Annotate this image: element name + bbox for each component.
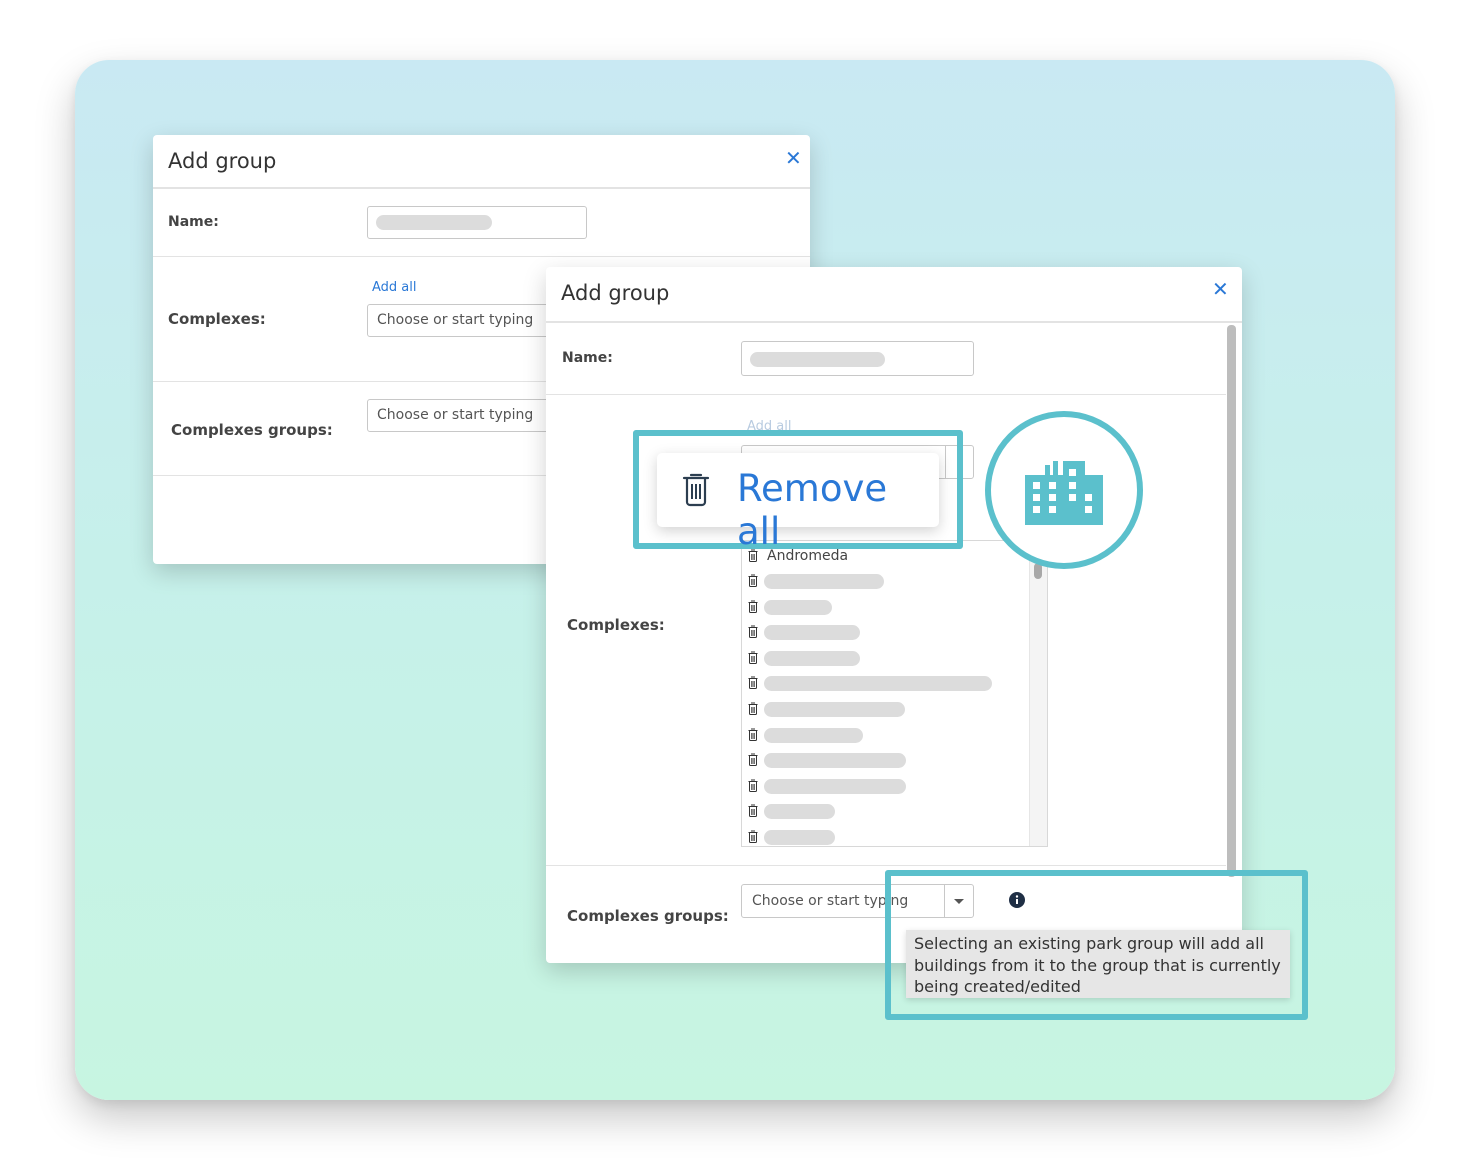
name-input[interactable] <box>367 206 587 239</box>
redacted-value <box>764 650 860 666</box>
close-icon[interactable]: ✕ <box>1212 277 1229 301</box>
name-input[interactable] <box>741 341 974 376</box>
complexes-select[interactable]: Choose or start typing <box>367 304 567 337</box>
building-icon <box>1025 461 1103 525</box>
trash-icon[interactable] <box>748 728 758 741</box>
list-item <box>742 776 1047 798</box>
remove-all-button[interactable]: Remove all <box>657 453 939 553</box>
redacted-value <box>376 215 492 230</box>
trash-icon[interactable] <box>748 753 758 767</box>
list-item <box>742 648 1047 670</box>
complexes-groups-select[interactable]: Choose or start typing <box>367 399 567 432</box>
list-item <box>742 673 1047 695</box>
redacted-value <box>764 804 835 820</box>
redacted-value <box>764 778 906 794</box>
list-item <box>742 725 1047 747</box>
complexes-selected-list[interactable]: Andromeda <box>741 540 1048 847</box>
redacted-value <box>764 599 832 615</box>
list-item <box>742 597 1047 619</box>
add-all-link[interactable]: Add all <box>372 280 417 295</box>
divider <box>546 321 1242 323</box>
remove-all-label: Remove all <box>737 467 888 553</box>
complexes-groups-placeholder: Choose or start typing <box>377 407 534 423</box>
trash-icon[interactable] <box>748 804 758 818</box>
dialog-scrollbar[interactable] <box>1227 325 1236 877</box>
trash-icon[interactable] <box>748 600 758 613</box>
divider <box>546 865 1226 866</box>
complexes-label: Complexes: <box>168 310 266 328</box>
redacted-value <box>764 574 884 589</box>
trash-icon[interactable] <box>748 574 758 587</box>
tooltip-text: Selecting an existing park group will ad… <box>914 934 1281 996</box>
complexes-groups-label: Complexes groups: <box>567 907 729 925</box>
redacted-value <box>750 352 885 367</box>
complexes-label: Complexes: <box>567 616 665 634</box>
close-icon[interactable]: ✕ <box>785 146 802 170</box>
redacted-value <box>764 676 992 692</box>
redacted-value <box>764 753 906 769</box>
list-item <box>742 699 1047 721</box>
divider <box>153 187 810 189</box>
list-item <box>742 622 1047 644</box>
list-item <box>742 801 1047 823</box>
redacted-value <box>764 702 905 717</box>
name-label: Name: <box>168 214 219 230</box>
divider <box>153 256 810 257</box>
building-badge <box>985 411 1143 569</box>
dialog-title: Add group <box>561 281 670 305</box>
redacted-value <box>764 727 863 743</box>
trash-icon[interactable] <box>748 779 758 792</box>
add-group-dialog-front: Add group ✕ Name: Add all Complexes: And… <box>546 267 1242 963</box>
complexes-groups-label: Complexes groups: <box>171 421 333 439</box>
trash-icon[interactable] <box>748 702 758 715</box>
dialog-title: Add group <box>168 149 277 173</box>
name-label: Name: <box>562 350 613 366</box>
trash-icon[interactable] <box>748 625 758 639</box>
divider <box>546 394 1226 395</box>
list-item <box>742 571 1047 593</box>
redacted-value <box>764 625 860 641</box>
list-item <box>742 827 1047 846</box>
list-item <box>742 750 1047 772</box>
redacted-value <box>764 830 835 845</box>
trash-icon[interactable] <box>748 651 758 664</box>
tooltip: Selecting an existing park group will ad… <box>906 930 1290 998</box>
complexes-placeholder: Choose or start typing <box>377 312 534 328</box>
trash-icon[interactable] <box>748 830 758 843</box>
trash-icon <box>682 473 710 507</box>
trash-icon[interactable] <box>748 676 758 690</box>
